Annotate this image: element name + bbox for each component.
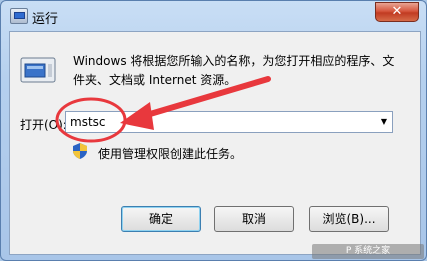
close-button[interactable]: ✕ (375, 2, 419, 22)
uac-shield-icon (73, 143, 87, 159)
chevron-down-icon[interactable]: ▼ (376, 112, 392, 132)
command-combobox[interactable]: ▼ (65, 111, 393, 133)
ok-button[interactable]: 确定 (121, 206, 201, 232)
browse-button[interactable]: 浏览(B)... (309, 206, 389, 232)
close-icon: ✕ (391, 4, 403, 19)
command-input[interactable] (70, 112, 360, 132)
window-title: 运行 (32, 12, 59, 27)
admin-privilege-note: 使用管理权限创建此任务。 (98, 147, 243, 161)
cancel-button[interactable]: 取消 (214, 206, 294, 232)
dialog-body: Windows 将根据您所输入的名称，为您打开相应的程序、文件夹、文档或 Int… (9, 31, 421, 255)
watermark-logo: P 系统之家 (312, 244, 424, 259)
run-dialog-window: 运行 ✕ Windows 将根据您所输入的名称，为您打开相应的程序、文件夹、文档… (0, 0, 427, 261)
open-label: 打开(O): (20, 118, 67, 132)
run-program-icon (20, 57, 56, 83)
run-window-icon (10, 8, 28, 24)
dialog-description: Windows 将根据您所输入的名称，为您打开相应的程序、文件夹、文档或 Int… (73, 54, 395, 87)
